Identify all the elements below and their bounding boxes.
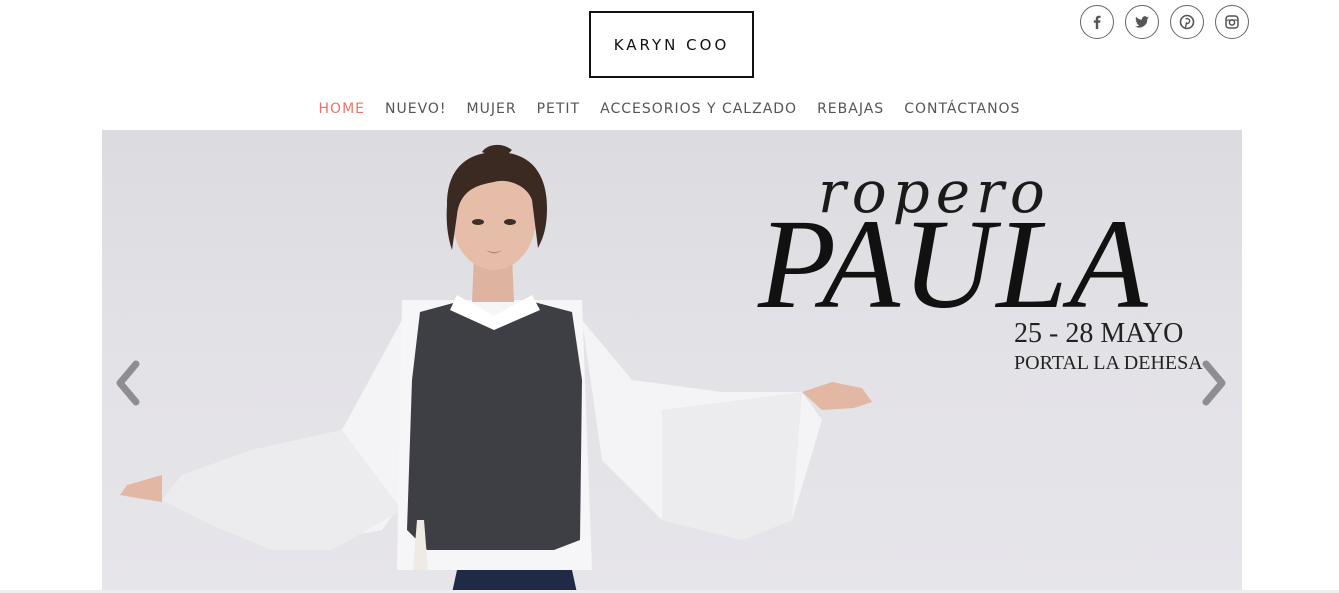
hero-location: PORTAL LA DEHESA xyxy=(1014,352,1203,374)
chevron-right-icon xyxy=(1202,360,1226,406)
social-links xyxy=(1080,5,1249,39)
pinterest-icon xyxy=(1179,14,1195,30)
nav-item-contactanos[interactable]: CONTÁCTANOS xyxy=(894,101,1030,117)
logo[interactable]: KARYN COO xyxy=(589,11,754,78)
slider-next-button[interactable] xyxy=(1198,358,1232,408)
nav-item-rebajas[interactable]: REBAJAS xyxy=(807,101,894,117)
hero-dates: 25 - 28 MAYO xyxy=(1014,318,1184,349)
page: KARYN COO HOME NUEVO! MUJER PETIT ACCESO… xyxy=(0,0,1339,593)
nav-item-petit[interactable]: PETIT xyxy=(527,101,591,117)
twitter-button[interactable] xyxy=(1125,5,1159,39)
facebook-icon xyxy=(1093,15,1101,29)
hero-title: PAULA xyxy=(758,193,1150,335)
logo-text: KARYN COO xyxy=(613,35,730,54)
slider-prev-button[interactable] xyxy=(110,358,144,408)
facebook-button[interactable] xyxy=(1080,5,1114,39)
main-nav: HOME NUEVO! MUJER PETIT ACCESORIOS Y CAL… xyxy=(0,101,1339,117)
twitter-icon xyxy=(1135,16,1149,28)
hero-slider: ropero PAULA 25 - 28 MAYO PORTAL LA DEHE… xyxy=(102,130,1242,593)
instagram-button[interactable] xyxy=(1215,5,1249,39)
pinterest-button[interactable] xyxy=(1170,5,1204,39)
nav-item-mujer[interactable]: MUJER xyxy=(457,101,527,117)
nav-item-nuevo[interactable]: NUEVO! xyxy=(375,101,457,117)
chevron-left-icon xyxy=(116,360,140,406)
instagram-icon xyxy=(1225,15,1239,29)
nav-item-accesorios[interactable]: ACCESORIOS Y CALZADO xyxy=(590,101,807,117)
nav-item-home[interactable]: HOME xyxy=(309,101,375,117)
